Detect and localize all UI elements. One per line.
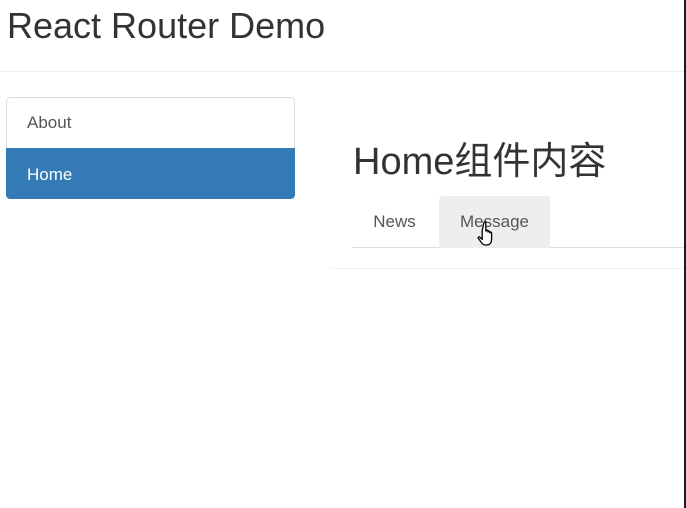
home-heading: Home组件内容 [353, 141, 607, 183]
tab-news[interactable]: News [352, 196, 437, 248]
sidebar-item-home[interactable]: Home [6, 148, 295, 199]
hand-pointer-icon [477, 221, 493, 246]
sidebar-item-about[interactable]: About [6, 97, 295, 148]
page-header: React Router Demo [0, 0, 684, 72]
page-title: React Router Demo [7, 5, 326, 46]
tab-bar: News Message [352, 196, 684, 248]
home-content-panel: Home组件内容 News Message [332, 108, 684, 269]
browser-viewport: React Router Demo About Home Home组件内容 Ne… [0, 0, 686, 508]
sidebar-nav: About Home [6, 97, 295, 199]
